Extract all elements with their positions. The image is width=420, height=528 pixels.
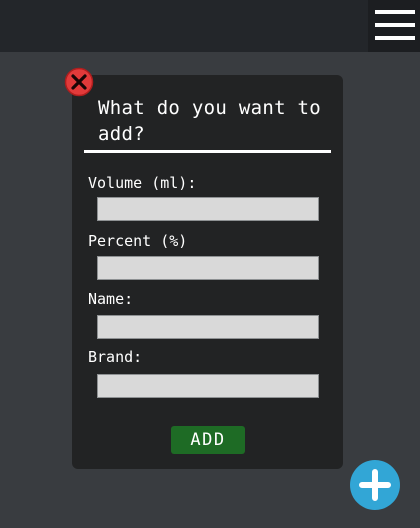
add-fab-button[interactable]: [350, 460, 400, 510]
name-label: Name:: [88, 290, 134, 308]
volume-input[interactable]: [97, 197, 319, 221]
brand-label: Brand:: [88, 348, 143, 366]
name-input[interactable]: [97, 315, 319, 339]
percent-input[interactable]: [97, 256, 319, 280]
brand-input[interactable]: [97, 374, 319, 398]
add-button[interactable]: ADD: [171, 426, 245, 454]
volume-label: Volume (ml):: [88, 174, 197, 192]
close-circle-icon: [64, 67, 94, 97]
percent-label: Percent (%): [88, 232, 188, 250]
top-bar: [0, 0, 420, 52]
hamburger-menu-icon: [375, 36, 415, 40]
plus-icon: [359, 469, 391, 501]
hamburger-menu-icon: [375, 23, 415, 27]
close-button[interactable]: [64, 67, 94, 97]
dialog-title: What do you want to add?: [98, 97, 322, 145]
hamburger-menu-icon: [375, 10, 415, 14]
title-divider: [84, 150, 331, 153]
menu-button[interactable]: [368, 0, 420, 52]
add-item-dialog: What do you want to add? Volume (ml): Pe…: [72, 75, 343, 469]
